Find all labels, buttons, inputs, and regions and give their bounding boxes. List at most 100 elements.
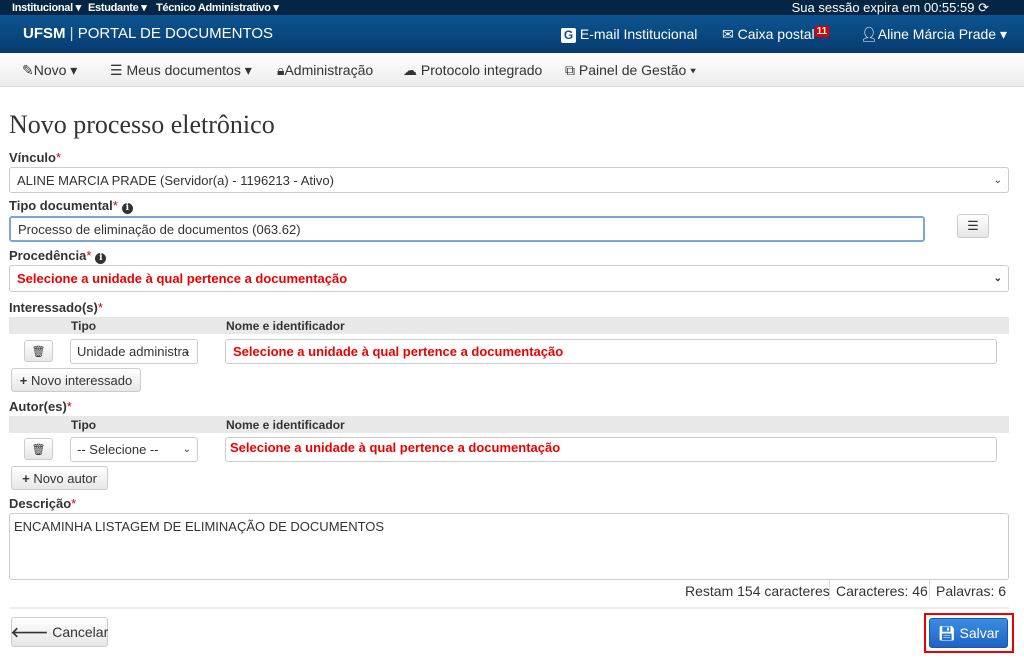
save-button[interactable]: 💾︎ Salvar (929, 618, 1008, 648)
novo-interessado-button[interactable]: + Novo interessado (11, 368, 141, 392)
autor-nome-input[interactable]: Selecione a unidade à qual pertence a do… (225, 437, 997, 462)
refresh-icon[interactable]: ⟳ (978, 0, 989, 15)
col-nome: Nome e identificador (226, 418, 345, 432)
caixa-postal-link[interactable]: ✉ Caixa postal 11 (722, 26, 830, 43)
procedencia-select[interactable]: Selecione a unidade à qual pertence a do… (9, 265, 1009, 292)
required-mark: * (86, 248, 92, 263)
copy-icon: ⧉ (565, 62, 575, 78)
col-tipo: Tipo (71, 418, 97, 432)
trash-icon: 🗑︎ (31, 345, 46, 358)
arrow-left-icon: 🡐 (10, 623, 49, 640)
cancel-button[interactable]: 🡐 Cancelar (11, 617, 108, 647)
top-bar: Institucional ▾ Estudante ▾ Técnico Admi… (0, 0, 1024, 15)
select-value: Unidade administra (77, 344, 190, 359)
textarea-value: ENCAMINHA LISTAGEM DE ELIMINAÇÃO DE DOCU… (14, 519, 385, 534)
autores-table-header: Tipo Nome e identificador (9, 416, 1009, 433)
required-mark: * (66, 399, 72, 414)
nav-protocolo-integrado[interactable]: ☁ Protocolo integrado (403, 62, 542, 79)
divider (9, 607, 1009, 609)
envelope-icon: ✉ (722, 26, 734, 42)
select-value: ALINE MARCIA PRADE (Servidor(a) - 119621… (17, 172, 334, 188)
label-text: Interessado(s) (9, 300, 98, 315)
plus-icon: + (22, 470, 30, 486)
caracteres-counter: Caracteres: 46 (829, 580, 934, 600)
main-nav: ✎Novo ▾ ☰ Meus documentos ▾ 🔒︎Administra… (0, 53, 1024, 87)
palavras-counter: Palavras: 6 (929, 580, 1012, 600)
label-text: Descrição (9, 496, 72, 511)
chevron-down-icon: ⌄ (993, 174, 1002, 186)
nav-administracao[interactable]: 🔒︎Administração (277, 62, 373, 79)
interessado-nome-input[interactable]: Selecione a unidade à qual pertence a do… (225, 339, 997, 364)
vinculo-label: Vínculo* (9, 150, 61, 165)
input-value: Selecione a unidade à qual pertence a do… (233, 344, 564, 359)
google-icon: G (561, 28, 576, 43)
mailbox-label: Caixa postal (737, 26, 815, 42)
trash-icon: 🗑︎ (31, 443, 46, 456)
menu-estudante[interactable]: Estudante ▾ (88, 1, 147, 14)
menu-label: Estudante (88, 2, 139, 14)
header: UFSM | PORTAL DE DOCUMENTOS G E-mail Ins… (0, 15, 1024, 53)
pencil-icon: ✎ (22, 62, 34, 78)
label-text: Vínculo (9, 150, 56, 165)
info-icon[interactable]: i (95, 253, 107, 264)
nav-label: Meus documentos (126, 62, 241, 78)
required-mark: * (71, 496, 77, 511)
nav-novo[interactable]: ✎Novo ▾ (22, 62, 77, 79)
button-label: Cancelar (52, 624, 109, 640)
session-text: Sua sessão expira em 00:55:59 (791, 0, 975, 15)
novo-autor-button[interactable]: + Novo autor (11, 466, 108, 490)
select-value: -- Selecione -- (77, 442, 159, 457)
logo-text: PORTAL DE DOCUMENTOS (77, 25, 274, 42)
label-text: Procedência (9, 248, 87, 263)
label-text: Tipo documental (9, 198, 113, 213)
tipo-documental-input[interactable]: Processo de eliminação de documentos (06… (9, 216, 925, 242)
label-text: Autor(es) (9, 399, 67, 414)
required-mark: * (55, 150, 62, 165)
nav-label: Protocolo integrado (420, 62, 543, 78)
user-name: Aline Márcia Prade (877, 26, 997, 42)
user-menu[interactable]: 👤︎Aline Márcia Prade ▾ (860, 26, 1007, 43)
nav-label: Novo (33, 62, 67, 78)
tipo-documental-label: Tipo documental* i (9, 198, 133, 214)
interessado-tipo-select[interactable]: Unidade administra ⌄ (70, 339, 198, 364)
list-tipos-button[interactable]: ☰ (957, 214, 989, 238)
interessados-label: Interessado(s)* (9, 300, 103, 315)
button-label: Salvar (959, 625, 1000, 641)
plus-icon: + (19, 372, 28, 388)
nav-painel-gestao[interactable]: ⧉ Painel de Gestão ▾ (565, 62, 696, 79)
menu-label: Institucional (12, 2, 73, 14)
col-tipo: Tipo (71, 319, 97, 333)
list-icon: ☰ (967, 218, 979, 233)
chevron-down-icon: ⌄ (182, 346, 191, 357)
button-label: Novo interessado (31, 372, 133, 388)
autor-tipo-select[interactable]: -- Selecione -- ⌄ (70, 437, 198, 462)
menu-institucional[interactable]: Institucional ▾ (12, 1, 81, 14)
mailbox-badge: 11 (814, 26, 830, 37)
delete-interessado-button[interactable]: 🗑︎ (24, 340, 53, 362)
logo[interactable]: UFSM | PORTAL DE DOCUMENTOS (23, 25, 273, 42)
user-icon: 👤︎ (860, 26, 878, 42)
logo-ufsm: UFSM (23, 25, 66, 42)
vinculo-select[interactable]: ALINE MARCIA PRADE (Servidor(a) - 119621… (9, 167, 1009, 193)
page-title: Novo processo eletrônico (9, 110, 275, 139)
floppy-disk-icon: 💾︎ (937, 624, 956, 641)
autores-label: Autor(es)* (9, 399, 72, 414)
delete-autor-button[interactable]: 🗑︎ (24, 438, 53, 460)
email-label: E-mail Institucional (579, 26, 698, 42)
input-value: Processo de eliminação de documentos (06… (18, 221, 301, 237)
menu-label: Técnico Administrativo (156, 2, 271, 14)
menu-tecnico-administrativo[interactable]: Técnico Administrativo ▾ (156, 1, 279, 14)
nav-meus-documentos[interactable]: ☰ Meus documentos ▾ (110, 62, 252, 79)
info-icon[interactable]: i (121, 203, 133, 214)
interessados-table-header: Tipo Nome e identificador (9, 317, 1009, 334)
chevron-down-icon: ⌄ (182, 444, 191, 455)
descricao-textarea[interactable]: ENCAMINHA LISTAGEM DE ELIMINAÇÃO DE DOCU… (9, 513, 1009, 580)
restam-counter: Restam 154 caracteres (685, 583, 830, 599)
input-value: Selecione a unidade à qual pertence a do… (230, 440, 561, 455)
required-mark: * (97, 300, 103, 315)
select-value: Selecione a unidade à qual pertence a do… (17, 271, 348, 286)
email-institucional-link[interactable]: G E-mail Institucional (561, 26, 697, 43)
cloud-icon: ☁ (403, 62, 417, 78)
button-label: Novo autor (33, 470, 97, 486)
nav-label: Painel de Gestão (578, 62, 687, 78)
